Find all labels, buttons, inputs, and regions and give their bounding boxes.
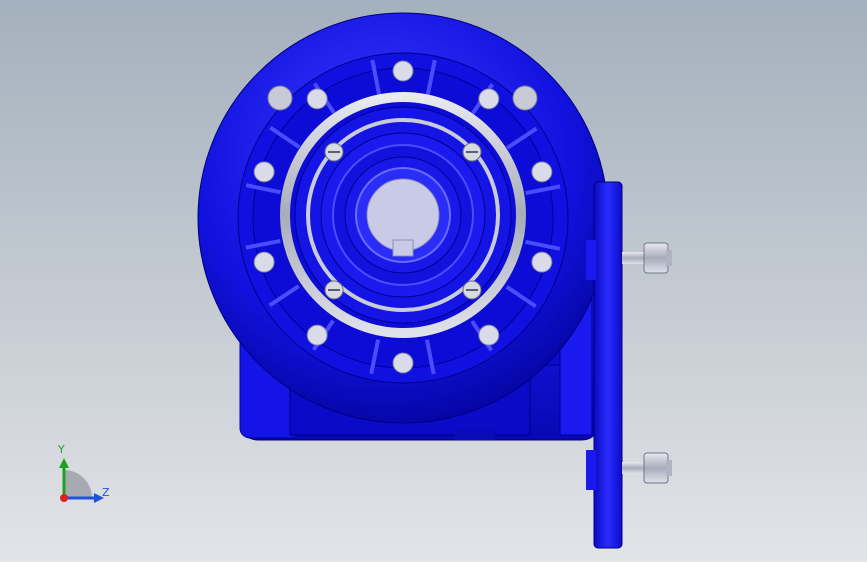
outer-hole — [267, 85, 293, 111]
flange-hole — [392, 352, 414, 374]
x-axis-dot — [60, 494, 68, 502]
gearbox-model[interactable] — [0, 0, 867, 562]
graphics-viewport[interactable]: Y Z — [0, 0, 867, 562]
cover-screw — [462, 142, 482, 162]
triad-z-label: Z — [102, 486, 110, 499]
mounting-bolt-lower — [622, 452, 672, 484]
flange-hole — [531, 251, 553, 273]
cover-screw — [462, 280, 482, 300]
flange-hole — [531, 161, 553, 183]
flange-hole — [392, 60, 414, 82]
keyway — [392, 239, 414, 257]
cover-screw — [324, 142, 344, 162]
flange-hole — [253, 161, 275, 183]
triad-graphic — [59, 458, 104, 503]
bearing-cover — [280, 92, 526, 338]
cover-screw — [324, 280, 344, 300]
flange-hole — [253, 251, 275, 273]
flange-hole — [478, 324, 500, 346]
flange-hole — [478, 88, 500, 110]
outer-hole — [512, 85, 538, 111]
triad-y-label: Y — [58, 443, 65, 456]
flange-hole — [306, 88, 328, 110]
mounting-bolt-upper — [622, 242, 672, 274]
flange-hole — [306, 324, 328, 346]
